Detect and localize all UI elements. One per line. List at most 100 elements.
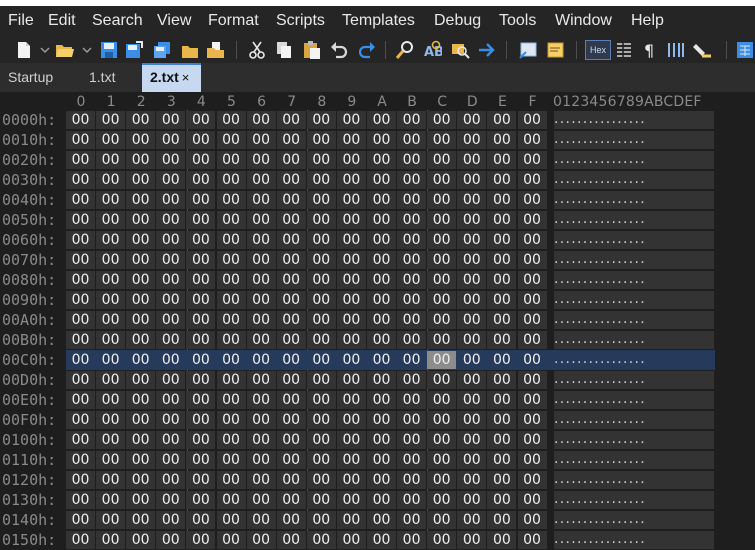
hex-byte[interactable]: 00 [276, 211, 306, 229]
hex-byte[interactable]: 00 [336, 511, 366, 529]
hex-byte[interactable]: 00 [427, 151, 457, 169]
hex-byte[interactable]: 00 [457, 351, 486, 369]
hex-byte[interactable]: 00 [156, 271, 186, 289]
hex-row[interactable]: 00C0h: 00 00 00 00 00 00 00 00 00 00 00 00 00 00 00 00..… [0, 350, 755, 370]
hex-byte[interactable]: 00 [487, 131, 517, 149]
hex-byte[interactable]: 00 [96, 531, 126, 549]
hex-byte[interactable]: 00 [66, 211, 95, 229]
hex-byte[interactable]: 00 [517, 451, 547, 469]
hex-byte[interactable]: 00 [427, 311, 457, 329]
hex-byte[interactable]: 00 [246, 331, 276, 349]
ascii-text[interactable]: ................ [554, 471, 714, 489]
hex-row[interactable]: 0000h: 00 00 00 00 00 00 00 00 00 00 00 00 00 00 00 00..… [0, 110, 755, 130]
hex-byte[interactable]: 00 [397, 171, 427, 189]
bookmark-icon[interactable] [546, 40, 566, 60]
menu-window[interactable]: Window [555, 12, 612, 30]
hex-byte[interactable]: 00 [517, 151, 547, 169]
hex-byte[interactable]: 00 [186, 471, 216, 489]
hex-byte[interactable]: 00 [276, 491, 306, 509]
hex-byte[interactable]: 00 [66, 251, 95, 269]
redo-icon[interactable] [357, 40, 377, 60]
highlight-icon[interactable] [692, 40, 712, 60]
hex-byte[interactable]: 00 [517, 471, 547, 489]
hex-row[interactable]: 0100h: 00 00 00 00 00 00 00 00 00 00 00 00 00 00 00 00..… [0, 430, 755, 450]
hex-byte[interactable]: 00 [336, 431, 366, 449]
hex-byte[interactable]: 00 [487, 471, 517, 489]
undo-icon[interactable] [329, 40, 349, 60]
hex-byte[interactable]: 00 [487, 271, 517, 289]
hex-byte[interactable]: 00 [517, 191, 547, 209]
tab-2-txt[interactable]: 2.txt × [142, 63, 201, 92]
hex-editor[interactable]: 0123456789ABCDEF 0 1 2 3 4 5 6 7 8 9 A B C D E F 0000h: 0… [0, 92, 755, 549]
hex-byte[interactable]: 00 [367, 451, 396, 469]
hex-byte[interactable]: 00 [397, 331, 427, 349]
hex-byte[interactable]: 00 [246, 211, 276, 229]
hex-byte[interactable]: 00 [126, 271, 156, 289]
hex-byte[interactable]: 00 [367, 371, 396, 389]
hex-byte[interactable]: 00 [276, 371, 306, 389]
hex-byte[interactable]: 00 [397, 531, 427, 549]
hex-byte[interactable]: 00 [96, 391, 126, 409]
hex-byte[interactable]: 00 [96, 411, 126, 429]
hex-byte[interactable]: 00 [126, 191, 156, 209]
hex-byte[interactable]: 00 [487, 371, 517, 389]
hex-byte[interactable]: 00 [156, 251, 186, 269]
hex-byte[interactable]: 00 [216, 131, 246, 149]
menu-file[interactable]: File [8, 12, 34, 30]
hex-row[interactable]: 00B0h: 00 00 00 00 00 00 00 00 00 00 00 00 00 00 00 00..… [0, 330, 755, 350]
hex-byte[interactable]: 00 [126, 251, 156, 269]
save-as-icon[interactable] [124, 40, 144, 60]
hex-byte[interactable]: 00 [216, 311, 246, 329]
hex-byte[interactable]: 00 [216, 391, 246, 409]
hex-byte[interactable]: 00 [427, 511, 457, 529]
hex-byte[interactable]: 00 [457, 251, 487, 269]
hex-byte[interactable]: 00 [427, 291, 457, 309]
hex-row[interactable]: 0020h: 00 00 00 00 00 00 00 00 00 00 00 00 00 00 00 00..… [0, 150, 755, 170]
hex-byte[interactable]: 00 [367, 111, 396, 129]
hex-byte[interactable]: 00 [427, 251, 457, 269]
hex-byte[interactable]: 00 [397, 231, 427, 249]
hex-byte[interactable]: 00 [277, 351, 306, 369]
hex-byte[interactable]: 00 [66, 351, 95, 369]
copy-icon[interactable] [274, 40, 294, 60]
hex-byte[interactable]: 00 [517, 251, 547, 269]
hex-byte[interactable]: 00 [156, 131, 186, 149]
menu-search[interactable]: Search [92, 12, 143, 30]
hex-byte[interactable]: 00 [306, 391, 336, 409]
hex-byte[interactable]: 00 [397, 351, 426, 369]
menu-view[interactable]: View [157, 12, 191, 30]
hex-byte[interactable]: 00 [336, 391, 366, 409]
hex-byte[interactable]: 00 [487, 151, 517, 169]
hex-byte[interactable]: 00 [517, 131, 547, 149]
hex-byte[interactable]: 00 [66, 291, 95, 309]
hex-row[interactable]: 0130h: 00 00 00 00 00 00 00 00 00 00 00 00 00 00 00 00..… [0, 490, 755, 510]
menu-scripts[interactable]: Scripts [276, 12, 325, 30]
hex-byte[interactable]: 00 [96, 351, 125, 369]
hex-row[interactable]: 0070h: 00 00 00 00 00 00 00 00 00 00 00 00 00 00 00 00..… [0, 250, 755, 270]
hex-byte[interactable]: 00 [457, 511, 487, 529]
hex-row[interactable]: 0060h: 00 00 00 00 00 00 00 00 00 00 00 00 00 00 00 00..… [0, 230, 755, 250]
hex-byte[interactable]: 00 [66, 411, 95, 429]
hex-byte[interactable]: 00 [336, 451, 366, 469]
hex-byte[interactable]: 00 [186, 271, 216, 289]
hex-byte[interactable]: 00 [397, 371, 427, 389]
hex-byte[interactable]: 00 [156, 211, 186, 229]
ascii-text[interactable]: ................ [554, 271, 714, 289]
hex-byte[interactable]: 00 [457, 391, 487, 409]
hex-byte[interactable]: 00 [216, 511, 246, 529]
hex-byte[interactable]: 00 [337, 351, 366, 369]
hex-byte[interactable]: 00 [126, 531, 156, 549]
ascii-text[interactable]: ................ [554, 311, 714, 329]
hex-byte[interactable]: 00 [306, 171, 336, 189]
hex-byte[interactable]: 00 [336, 111, 366, 129]
hex-byte[interactable]: 00 [66, 171, 95, 189]
hex-byte[interactable]: 00 [517, 491, 547, 509]
hex-byte[interactable]: 00 [457, 311, 487, 329]
hex-byte[interactable]: 00 [397, 291, 427, 309]
hex-row[interactable]: 00A0h: 00 00 00 00 00 00 00 00 00 00 00 00 00 00 00 00..… [0, 310, 755, 330]
ascii-text[interactable]: ................ [554, 411, 714, 429]
hex-byte[interactable]: 00 [367, 191, 396, 209]
hex-byte[interactable]: 00 [126, 151, 156, 169]
hex-byte[interactable]: 00 [216, 411, 246, 429]
hex-byte[interactable]: 00 [216, 251, 246, 269]
